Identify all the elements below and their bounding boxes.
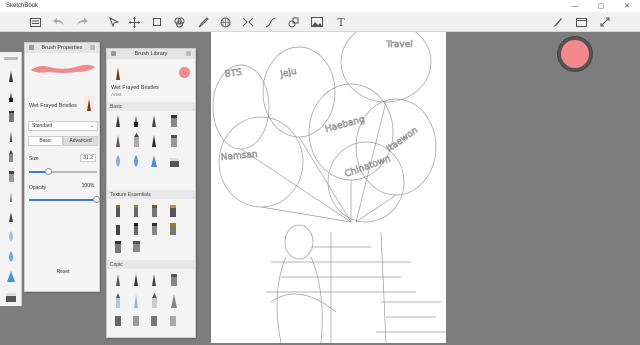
drawing-canvas[interactable]: BTS Jeju Travel Namsan Haebang Chinatown…	[211, 21, 446, 344]
library-brush-set: Artist	[111, 92, 122, 97]
panel-drag-icon[interactable]	[29, 45, 34, 50]
move-icon[interactable]	[127, 15, 141, 29]
chevron-down-icon: ⌄	[89, 123, 94, 129]
redo-icon[interactable]	[75, 15, 89, 29]
reset-button[interactable]: Reset	[25, 269, 101, 275]
pen-settings-icon[interactable]	[550, 15, 564, 29]
curve-icon[interactable]	[263, 15, 277, 29]
opacity-slider-knob[interactable]	[93, 196, 100, 203]
canvas-word: BTS	[224, 68, 243, 80]
texture-brush-grid	[107, 201, 195, 256]
menu-icon[interactable]	[28, 15, 42, 29]
brush-icon[interactable]	[196, 15, 210, 29]
brush-library-header[interactable]: Brush Library	[107, 49, 195, 59]
ink-pen-brush-icon[interactable]	[4, 90, 18, 103]
select-icon[interactable]	[107, 15, 121, 29]
color-puck[interactable]: ⋮	[558, 37, 592, 71]
symmetry-icon[interactable]	[241, 15, 255, 29]
airbrush-brush-icon[interactable]	[4, 130, 18, 143]
fine-pen-brush-icon[interactable]	[4, 190, 18, 203]
paint-brush-icon[interactable]	[4, 150, 18, 163]
basic-brushes	[116, 115, 179, 167]
library-brush-name: Wet Frayed Bristles	[111, 85, 159, 91]
stroke-preview	[31, 64, 95, 73]
brush-properties-tabs: Basic Advanced	[28, 136, 98, 146]
basic-brush-grid	[107, 111, 195, 196]
main-toolbar: T	[0, 12, 640, 32]
shapes-icon[interactable]	[286, 15, 300, 29]
brush-library-panel: Brush Library Wet Frayed Bristles Artist…	[106, 48, 196, 338]
brush-properties-title: Brush Properties	[41, 45, 83, 51]
opacity-slider-fill	[29, 199, 97, 201]
blender-brush-icon[interactable]	[4, 210, 18, 223]
smudge-brush-icon[interactable]	[4, 230, 18, 243]
crop-icon[interactable]	[150, 15, 164, 29]
library-color-swatch[interactable]	[179, 67, 190, 78]
section-copic[interactable]: Copic	[107, 260, 195, 269]
cone-brush-icon[interactable]	[4, 270, 18, 283]
canvas-word: Jeju	[279, 67, 298, 80]
section-basic[interactable]: Basic	[107, 102, 195, 111]
copic-brushes	[115, 274, 177, 326]
fullscreen-icon[interactable]	[598, 15, 612, 29]
close-button[interactable]: ✕	[614, 2, 640, 10]
image-icon[interactable]	[310, 15, 324, 29]
current-brush-icon	[84, 96, 94, 112]
marker-brush-icon[interactable]	[4, 110, 18, 123]
app-title: SketchBook	[6, 3, 39, 9]
window-layout-icon[interactable]	[574, 15, 588, 29]
size-label: Size	[29, 156, 39, 162]
copic-brush-grid	[107, 270, 195, 330]
panel-close-icon[interactable]	[90, 45, 95, 50]
title-bar: SketchBook — ▢ ✕	[0, 0, 640, 12]
brush-name: Wet Frayed Bristles	[29, 103, 77, 109]
opacity-label: Opacity	[29, 185, 46, 191]
palette-grip-icon[interactable]	[4, 56, 18, 69]
puck-handle-icon[interactable]: ⋮	[560, 38, 565, 44]
minimize-button[interactable]: —	[562, 3, 588, 10]
brush-library-title: Brush Library	[134, 51, 168, 57]
chisel-brush-icon[interactable]	[4, 170, 18, 183]
library-current-brush-icon	[116, 67, 120, 80]
panel-close-icon[interactable]	[186, 51, 191, 56]
sketch-drawing: BTS Jeju Travel Namsan Haebang Chinatown…	[212, 21, 446, 344]
water-drop-brush-icon[interactable]	[4, 250, 18, 263]
brush-palette-strip	[0, 52, 22, 306]
opacity-value[interactable]: 100%	[80, 183, 96, 191]
text-tool-icon[interactable]: T	[334, 15, 348, 29]
opacity-slider[interactable]	[29, 196, 100, 203]
texture-brushes	[115, 205, 176, 253]
canvas-word: Travel	[385, 40, 413, 50]
color-editor-icon[interactable]	[172, 15, 186, 29]
brush-properties-panel: Brush Properties Wet Frayed Bristles Sta…	[24, 42, 100, 292]
maximize-button[interactable]: ▢	[588, 2, 614, 10]
blend-mode-select[interactable]: Standard ⌄	[28, 121, 98, 131]
size-slider[interactable]	[29, 168, 97, 175]
eraser-brush-icon[interactable]	[4, 290, 18, 303]
canvas-word: Namsan	[220, 150, 258, 163]
undo-icon[interactable]	[52, 15, 66, 29]
brush-properties-header[interactable]: Brush Properties	[25, 43, 99, 53]
tab-basic[interactable]: Basic	[28, 136, 63, 146]
canvas-word: Itaewon	[385, 126, 420, 155]
blend-mode-value: Standard	[32, 123, 53, 129]
section-texture-essentials[interactable]: Texture Essentials	[107, 190, 195, 199]
panel-drag-icon[interactable]	[111, 51, 116, 56]
pencil-brush-icon[interactable]	[4, 70, 18, 83]
size-slider-knob[interactable]	[45, 168, 52, 175]
grid-icon[interactable]	[218, 15, 232, 29]
canvas-word: Haebang	[324, 115, 366, 135]
tab-advanced[interactable]: Advanced	[63, 136, 98, 146]
size-value-field[interactable]: 31.2	[80, 154, 96, 162]
